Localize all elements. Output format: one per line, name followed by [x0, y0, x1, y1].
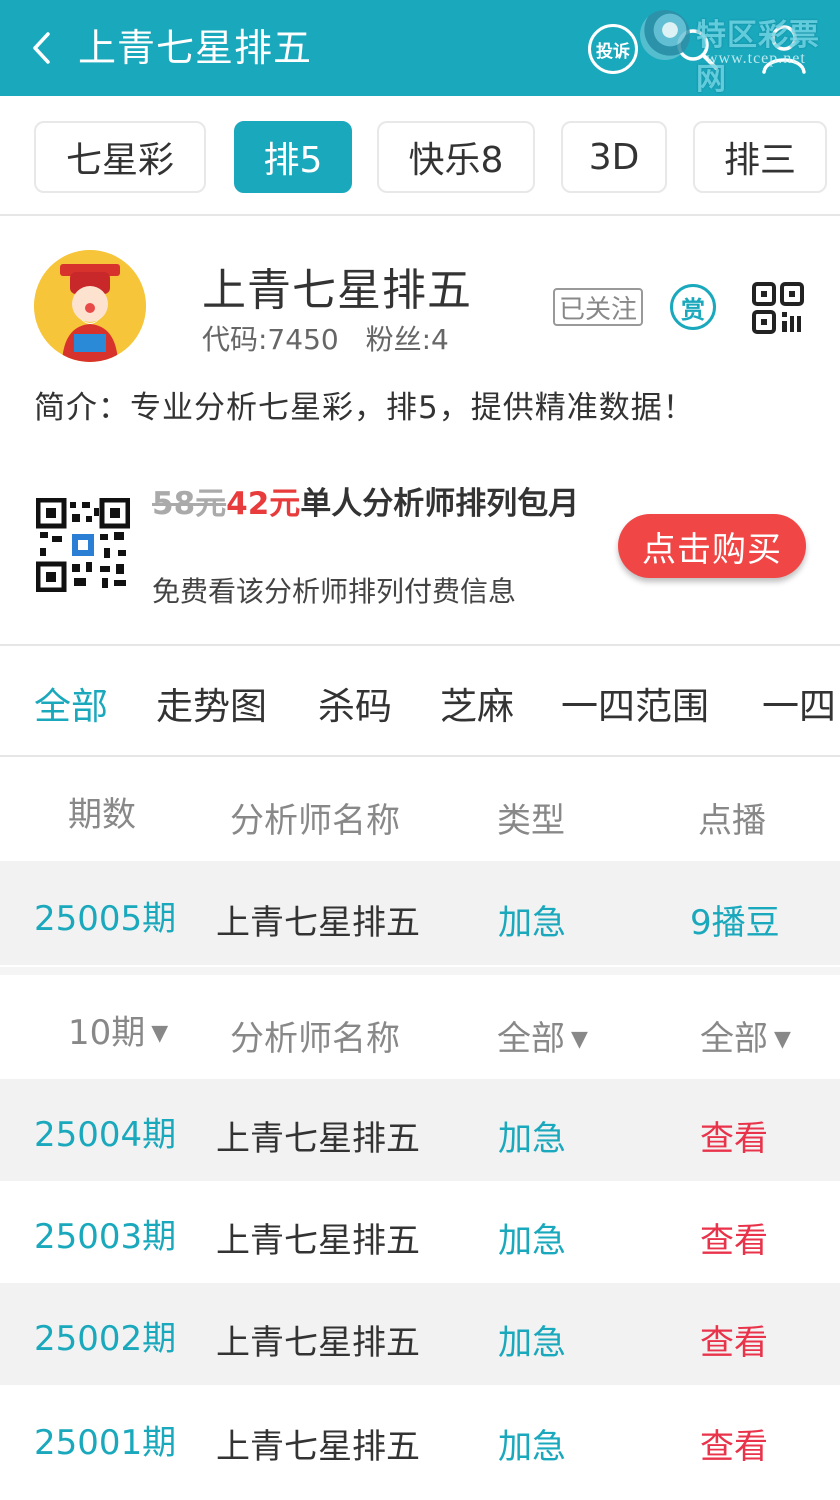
view-link[interactable]: 查看 — [700, 1213, 768, 1262]
page-title: 上青七星排五 — [78, 26, 313, 70]
promo-title: 58元42元单人分析师排列包月 — [152, 484, 592, 524]
analyst-meta: 代码:7450 粉丝:4 — [202, 318, 467, 358]
row-type: 加急 — [498, 1119, 566, 1159]
history-filter-header: 10期 ▼ 分析师名称 全部 ▼ 全部 ▼ — [0, 975, 840, 1079]
divider — [0, 967, 840, 975]
row-price[interactable]: 9播豆 — [690, 895, 780, 944]
promo-qr-code-icon — [35, 497, 131, 593]
category-tab-kill-code[interactable]: 杀码 — [318, 676, 392, 730]
table-row[interactable]: 25005期 上青七星排五 加急 9播豆 — [0, 861, 840, 965]
watermark-url: www.tcep.net — [706, 50, 806, 67]
watermark: 特区彩票网 www.tcep.net — [640, 6, 836, 97]
filter-type-label: 全部 — [497, 1019, 565, 1059]
analyst-name: 上青七星排五 — [202, 265, 472, 316]
watermark-logo-icon — [640, 10, 690, 60]
filter-issue-count-label: 10期 — [68, 1013, 146, 1053]
back-icon[interactable] — [30, 26, 66, 70]
filter-on-demand[interactable]: 全部 ▼ — [700, 1011, 791, 1060]
row-type: 加急 — [498, 903, 566, 943]
table-row[interactable]: 25002期 上青七星排五 加急 查看 — [0, 1283, 840, 1385]
filter-type[interactable]: 全部 ▼ — [497, 1011, 588, 1060]
row-issue: 25004期 — [34, 1115, 177, 1155]
lottery-tab-kuaile8[interactable]: 快乐8 — [377, 121, 535, 193]
reward-button[interactable]: 赏 — [670, 284, 716, 330]
analyst-fans: 粉丝:4 — [365, 323, 449, 356]
row-type: 加急 — [498, 1221, 566, 1261]
promo-new-price: 42元 — [226, 486, 301, 522]
row-issue: 25005期 — [34, 899, 177, 939]
promo-old-price: 58元 — [152, 486, 227, 522]
view-link[interactable]: 查看 — [700, 1111, 768, 1160]
row-analyst-name: 上青七星排五 — [216, 1427, 420, 1467]
filter-on-demand-label: 全部 — [700, 1019, 768, 1059]
filter-analyst-name: 分析师名称 — [230, 1019, 400, 1059]
filter-issue-count[interactable]: 10期 ▼ — [68, 1005, 168, 1054]
buy-button[interactable]: 点击购买 — [618, 514, 806, 578]
avatar — [34, 250, 146, 362]
qr-code-icon[interactable] — [752, 282, 804, 334]
row-analyst-name: 上青七星排五 — [216, 1119, 420, 1159]
row-issue: 25002期 — [34, 1319, 177, 1359]
row-type: 加急 — [498, 1323, 566, 1363]
lottery-tab-pai3[interactable]: 排三 — [693, 121, 827, 193]
promo-title-text: 单人分析师排列包月 — [300, 486, 580, 522]
lottery-tab-3d[interactable]: 3D — [561, 121, 667, 193]
row-analyst-name: 上青七星排五 — [216, 1323, 420, 1363]
header-on-demand: 点播 — [698, 801, 766, 841]
table-header: 期数 分析师名称 类型 点播 — [0, 757, 840, 861]
header-issue: 期数 — [68, 795, 136, 835]
row-issue: 25003期 — [34, 1217, 177, 1257]
dropdown-arrow-icon: ▼ — [151, 1021, 169, 1046]
view-link[interactable]: 查看 — [700, 1419, 768, 1468]
app-header: 上青七星排五 投诉 特区彩票网 www.tcep.net — [0, 0, 840, 97]
view-link[interactable]: 查看 — [700, 1315, 768, 1364]
lottery-type-tabs: 七星彩 排5 快乐8 3D 排三 — [0, 96, 840, 216]
dropdown-arrow-icon: ▼ — [774, 1027, 791, 1052]
analyst-intro: 简介：专业分析七星彩，排5，提供精准数据！ — [34, 390, 695, 426]
category-tab-sesame[interactable]: 芝麻 — [440, 676, 514, 730]
category-tabs: 全部 走势图 杀码 芝麻 一四范围 一四 — [0, 646, 840, 756]
table-row[interactable]: 25004期 上青七星排五 加急 查看 — [0, 1079, 840, 1181]
lottery-tab-qixingcai[interactable]: 七星彩 — [34, 121, 206, 193]
complain-button[interactable]: 投诉 — [588, 24, 638, 74]
promo-description: 免费看该分析师排列付费信息 — [152, 575, 517, 608]
table-row[interactable]: 25003期 上青七星排五 加急 查看 — [0, 1181, 840, 1283]
lottery-tab-pai5[interactable]: 排5 — [234, 121, 352, 193]
row-issue: 25001期 — [34, 1423, 177, 1463]
dropdown-arrow-icon: ▼ — [571, 1027, 588, 1052]
category-tab-trend-chart[interactable]: 走势图 — [156, 676, 267, 730]
header-type: 类型 — [497, 801, 565, 841]
category-tab-range-1-4[interactable]: 一四范围 — [561, 676, 709, 730]
row-analyst-name: 上青七星排五 — [216, 1221, 420, 1261]
table-row[interactable]: 25001期 上青七星排五 加急 查看 — [0, 1385, 840, 1487]
follow-button[interactable]: 已关注 — [553, 288, 643, 326]
analyst-code: 代码:7450 — [202, 323, 339, 356]
category-tab-1-4[interactable]: 一四 — [762, 676, 836, 730]
category-tab-all[interactable]: 全部 — [34, 676, 108, 730]
row-type: 加急 — [498, 1427, 566, 1467]
row-analyst-name: 上青七星排五 — [216, 903, 420, 943]
header-analyst-name: 分析师名称 — [230, 801, 400, 841]
